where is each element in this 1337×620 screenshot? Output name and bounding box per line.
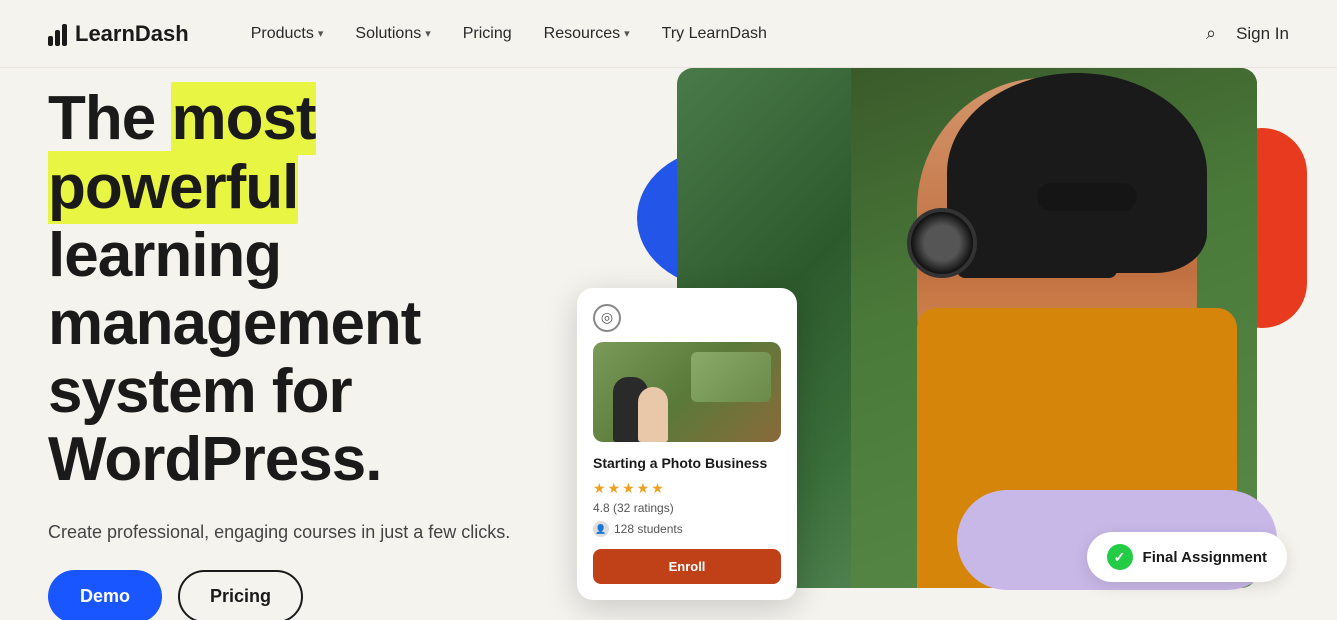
card-students: 👤 128 students: [593, 521, 781, 537]
card-title: Starting a Photo Business: [593, 454, 781, 472]
nav-pricing[interactable]: Pricing: [449, 17, 526, 51]
chevron-down-icon: ▾: [318, 27, 324, 40]
navigation: LearnDash Products ▾ Solutions ▾ Pricing…: [0, 0, 1337, 68]
card-rating: 4.8 (32 ratings): [593, 501, 781, 515]
hero-visual: ◎ Starting a Photo Business ★★★★★ 4.8 (3…: [557, 68, 1337, 620]
nav-resources[interactable]: Resources ▾: [530, 17, 644, 51]
check-icon: ✓: [1107, 544, 1133, 570]
nav-right: ⌕ Sign In: [1206, 23, 1289, 44]
hero-left: The most powerful learning management sy…: [0, 68, 580, 620]
hero-buttons: Demo Pricing: [48, 570, 532, 620]
logo[interactable]: LearnDash: [48, 21, 189, 47]
assignment-badge: ✓ Final Assignment: [1087, 532, 1287, 582]
demo-button[interactable]: Demo: [48, 570, 162, 620]
card-icon-row: ◎: [593, 304, 781, 332]
chevron-down-icon: ▾: [624, 27, 630, 40]
student-icon: 👤: [593, 521, 609, 537]
nav-links: Products ▾ Solutions ▾ Pricing Resources…: [237, 17, 1206, 51]
aperture-icon: ◎: [593, 304, 621, 332]
course-card: ◎ Starting a Photo Business ★★★★★ 4.8 (3…: [577, 288, 797, 600]
enroll-button[interactable]: Enroll: [593, 549, 781, 584]
chevron-down-icon: ▾: [425, 27, 431, 40]
card-stars: ★★★★★: [593, 480, 781, 497]
search-icon[interactable]: ⌕: [1206, 23, 1216, 44]
sign-in-button[interactable]: Sign In: [1236, 24, 1289, 44]
hero-subtitle: Create professional, engaging courses in…: [48, 519, 532, 546]
pricing-button[interactable]: Pricing: [178, 570, 303, 620]
logo-text: LearnDash: [75, 21, 189, 47]
nav-try-learndash[interactable]: Try LearnDash: [648, 17, 781, 51]
logo-icon: [48, 22, 67, 46]
card-thumbnail: [593, 342, 781, 442]
nav-products[interactable]: Products ▾: [237, 17, 338, 51]
hero-title: The most powerful learning management sy…: [48, 85, 532, 494]
nav-solutions[interactable]: Solutions ▾: [341, 17, 444, 51]
hero-section: The most powerful learning management sy…: [0, 68, 1337, 620]
assignment-text: Final Assignment: [1143, 549, 1267, 566]
